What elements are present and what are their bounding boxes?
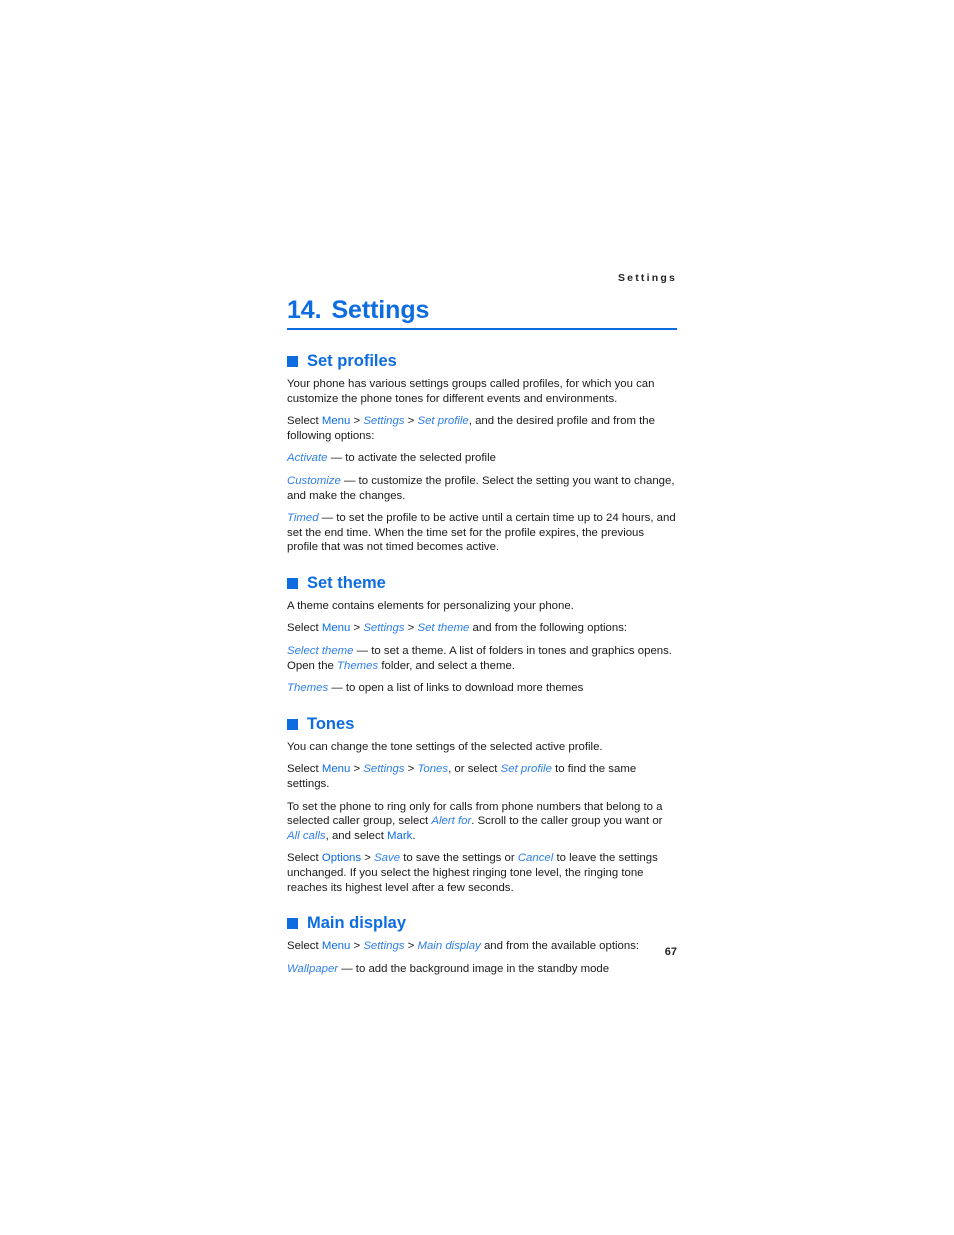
section-heading-label: Tones (307, 714, 355, 733)
manual-page: Settings 14. Settings Set profiles Your ph… (0, 0, 954, 1235)
text-run: , or select (448, 763, 501, 776)
menu-path-item: Save (374, 852, 401, 865)
square-bullet-icon (287, 355, 298, 367)
text-run: to save the settings or (400, 852, 518, 865)
menu-path-item: Activate (287, 452, 328, 465)
paragraph: Themes — to open a list of links to down… (287, 681, 677, 696)
paragraph: Activate — to activate the selected prof… (287, 451, 677, 466)
section-heading-label: Main display (307, 914, 407, 933)
content-column: Set profiles Your phone has various setti… (287, 352, 677, 984)
text-run: > (350, 415, 364, 428)
menu-path-item: Tones (417, 763, 449, 776)
paragraph: Timed — to set the profile to be active … (287, 511, 677, 555)
text-run: — to set the profile to be active until … (287, 512, 676, 554)
menu-path-item: Settings (363, 763, 405, 776)
text-run: — to open a list of links to download mo… (328, 682, 584, 695)
section-heading-label: Set profiles (307, 352, 397, 370)
text-run: Select (287, 415, 322, 428)
text-run: — to activate the selected profile (327, 452, 496, 465)
menu-path-item: Settings (363, 622, 405, 635)
menu-path-item: Select theme (287, 645, 354, 658)
text-run: > (404, 415, 418, 428)
title-divider (287, 328, 677, 330)
menu-path-item: Set profile (500, 763, 552, 776)
paragraph: To set the phone to ring only for calls … (287, 800, 677, 844)
menu-path-item: Set theme (417, 622, 470, 635)
softkey-label: Mark (387, 829, 413, 842)
menu-path-item: Customize (287, 474, 341, 487)
section-heading-set-profiles: Set profiles (287, 352, 677, 371)
square-bullet-icon (287, 577, 298, 589)
text-run: and from the following options: (469, 622, 628, 635)
text-run: — to customize the profile. Select the s… (287, 474, 675, 502)
menu-path-item: Themes (337, 659, 379, 672)
text-run: Your phone has various settings groups c… (287, 377, 655, 405)
paragraph: Select theme — to set a theme. A list of… (287, 644, 677, 673)
text-run: > (350, 763, 364, 776)
square-bullet-icon (287, 918, 298, 930)
text-run: . Scroll to the caller group you want or (471, 815, 663, 828)
text-run: You can change the tone settings of the … (287, 740, 603, 753)
text-run: > (361, 852, 375, 865)
paragraph: Select Menu > Settings > Tones, or selec… (287, 762, 677, 791)
menu-path-item: Timed (287, 512, 319, 525)
paragraph: Wallpaper — to add the background image … (287, 962, 677, 977)
section-heading-tones: Tones (287, 715, 677, 734)
running-header: Settings (617, 272, 677, 284)
menu-path-item: All calls (287, 829, 326, 842)
paragraph: You can change the tone settings of the … (287, 740, 677, 755)
text-run: > (404, 622, 418, 635)
text-run: Select (287, 852, 322, 865)
menu-path-item: Wallpaper (287, 962, 339, 975)
text-run: > (404, 763, 418, 776)
softkey-label: Menu (321, 415, 351, 428)
menu-path-item: Cancel (517, 852, 554, 865)
text-run: , and select (325, 829, 388, 842)
menu-path-item: Set profile (417, 415, 469, 428)
menu-path-item: Alert for (431, 815, 472, 828)
paragraph: Your phone has various settings groups c… (287, 377, 677, 406)
softkey-label: Menu (321, 622, 351, 635)
section-heading-set-theme: Set theme (287, 574, 677, 593)
softkey-label: Menu (321, 763, 351, 776)
text-run: Select (287, 622, 322, 635)
page-number: 67 (664, 946, 677, 958)
text-run: folder, and select a theme. (378, 659, 515, 672)
menu-path-item: Themes (287, 682, 329, 695)
text-run: A theme contains elements for personaliz… (287, 599, 574, 612)
chapter-number: 14. (287, 296, 322, 324)
section-heading-main-display: Main display (287, 914, 677, 933)
paragraph: Customize — to customize the profile. Se… (287, 474, 677, 503)
chapter-title-text: Settings (331, 296, 430, 324)
page-title: 14. Settings (287, 296, 429, 325)
softkey-label: Options (321, 852, 362, 865)
paragraph: Select Options > Save to save the settin… (287, 851, 677, 895)
menu-path-item: Settings (363, 415, 405, 428)
square-bullet-icon (287, 718, 298, 730)
text-run: Select (287, 763, 322, 776)
paragraph: A theme contains elements for personaliz… (287, 599, 677, 614)
text-run: . (412, 829, 416, 842)
paragraph: Select Menu > Settings > Set profile, an… (287, 414, 677, 443)
section-heading-label: Set theme (307, 573, 386, 592)
text-run: > (350, 622, 364, 635)
text-run: — to add the background image in the sta… (338, 962, 610, 975)
paragraph: Select Menu > Settings > Set theme and f… (287, 621, 677, 636)
